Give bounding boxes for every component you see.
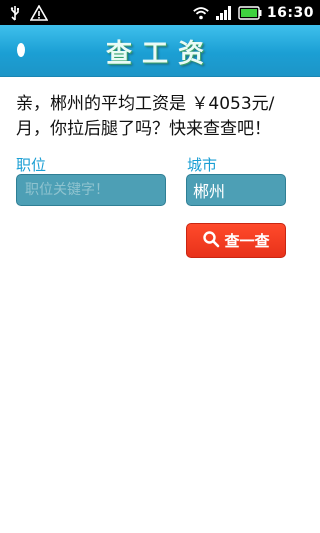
search-button[interactable]: 查一查 xyxy=(186,223,286,258)
average-salary-message: 亲，郴州的平均工资是 ￥4053元/月，你拉后腿了吗？快来查查吧！ xyxy=(16,94,275,139)
usb-icon xyxy=(6,4,24,22)
status-bar: 16:30 xyxy=(0,0,320,25)
page-title: 查工资 xyxy=(105,39,214,69)
city-value: 郴州 xyxy=(193,182,226,201)
status-left xyxy=(6,4,48,22)
search-button-label: 查一查 xyxy=(224,232,270,250)
status-time: 16:30 xyxy=(266,4,314,21)
city-label: 城市 xyxy=(187,156,218,174)
app-title-bar: 查工资 xyxy=(0,25,320,77)
signal-icon xyxy=(215,4,233,22)
job-keyword-input[interactable] xyxy=(23,181,159,199)
status-right: 16:30 xyxy=(192,4,314,22)
battery-icon xyxy=(238,4,262,22)
warning-icon xyxy=(30,4,48,22)
wifi-icon xyxy=(192,4,210,22)
job-keyword-field[interactable] xyxy=(16,174,166,206)
search-icon xyxy=(202,230,220,252)
city-selector[interactable]: 郴州 xyxy=(186,174,286,206)
job-label: 职位 xyxy=(16,156,47,174)
